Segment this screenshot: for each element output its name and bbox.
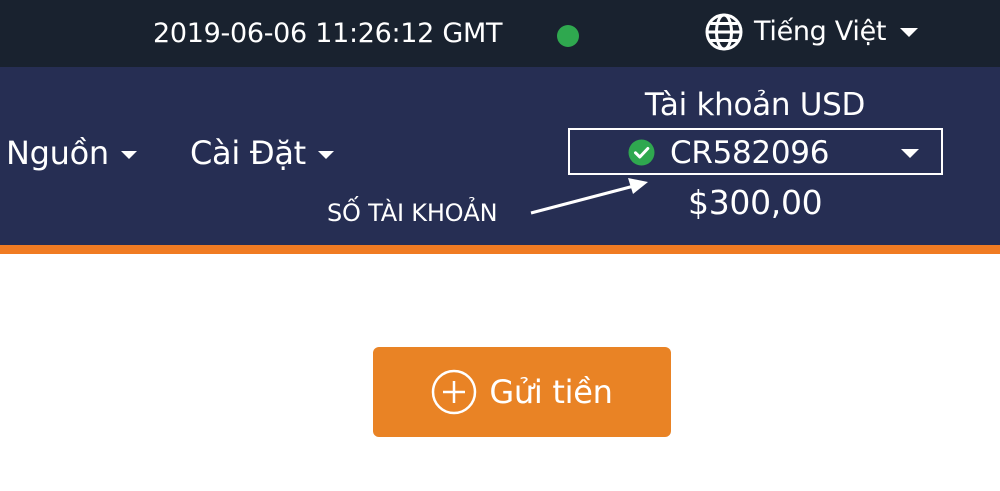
account-number: CR582096 xyxy=(670,135,830,171)
menu-resources[interactable]: Nguồn xyxy=(6,133,137,173)
top-status-bar: 2019-06-06 11:26:12 GMT Tiếng Việt xyxy=(0,0,1000,67)
chevron-down-icon xyxy=(120,151,137,159)
account-balance: $300,00 xyxy=(688,183,823,222)
account-selector[interactable]: CR582096 xyxy=(568,128,943,175)
plus-circle-icon xyxy=(432,369,477,415)
main-navbar: Nguồn Cài Đặt Tài khoản USD CR582096 $30… xyxy=(0,67,1000,245)
deposit-button[interactable]: Gửi tiền xyxy=(373,347,671,437)
menu-settings-label: Cài Đặt xyxy=(190,134,306,172)
account-number-annotation: SỐ TÀI KHOẢN xyxy=(327,199,498,227)
language-label: Tiếng Việt xyxy=(754,16,887,47)
menu-resources-label: Nguồn xyxy=(6,134,109,172)
deposit-button-label: Gửi tiền xyxy=(489,373,613,411)
chevron-down-icon xyxy=(900,27,919,37)
check-circle-icon xyxy=(628,139,655,166)
chevron-down-icon xyxy=(317,151,334,159)
server-datetime: 2019-06-06 11:26:12 GMT xyxy=(153,18,503,49)
account-type-title: Tài khoản USD xyxy=(644,87,866,123)
chevron-down-icon xyxy=(901,149,919,158)
globe-icon xyxy=(705,13,743,51)
menu-settings[interactable]: Cài Đặt xyxy=(190,133,334,173)
language-selector[interactable]: Tiếng Việt xyxy=(704,12,919,52)
connection-status-indicator xyxy=(557,25,579,47)
accent-divider xyxy=(0,245,1000,254)
